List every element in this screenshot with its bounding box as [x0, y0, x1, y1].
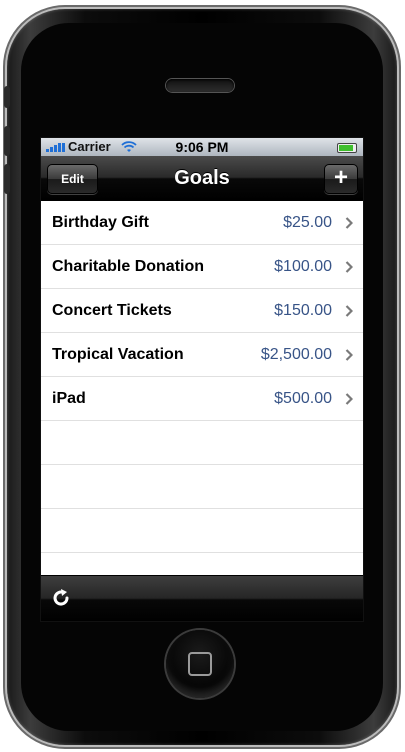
edit-button[interactable]: Edit: [47, 164, 98, 194]
battery-icon: [337, 143, 357, 153]
bottom-toolbar: [41, 575, 363, 621]
goal-name: iPad: [52, 390, 86, 407]
empty-row: [41, 509, 363, 553]
goal-amount: $100.00: [274, 258, 332, 275]
goal-amount: $150.00: [274, 302, 332, 319]
goal-name: Tropical Vacation: [52, 346, 184, 363]
goal-row[interactable]: Concert Tickets $150.00: [41, 289, 363, 333]
refresh-icon[interactable]: [50, 587, 72, 609]
chevron-right-icon: [345, 261, 353, 273]
chevron-right-icon: [345, 305, 353, 317]
goal-name: Concert Tickets: [52, 302, 172, 319]
goal-row[interactable]: Tropical Vacation $2,500.00: [41, 333, 363, 377]
chevron-right-icon: [345, 393, 353, 405]
empty-row: [41, 421, 363, 465]
battery-level: [339, 145, 353, 151]
goal-row[interactable]: iPad $500.00: [41, 377, 363, 421]
ringer-switch: [4, 86, 10, 108]
add-goal-button[interactable]: +: [324, 164, 358, 194]
goal-amount: $2,500.00: [260, 346, 332, 363]
home-button[interactable]: [166, 630, 234, 698]
status-bar: Carrier 9:06 PM: [41, 138, 363, 156]
goal-amount: $500.00: [274, 390, 332, 407]
earpiece-speaker: [166, 79, 234, 92]
app-screen: Carrier 9:06 PM Goals Edit + Birthday Gi…: [40, 137, 364, 622]
goal-row[interactable]: Birthday Gift $25.00: [41, 201, 363, 245]
chevron-right-icon: [345, 349, 353, 361]
goal-row[interactable]: Charitable Donation $100.00: [41, 245, 363, 289]
empty-row: [41, 465, 363, 509]
chevron-right-icon: [345, 217, 353, 229]
status-time: 9:06 PM: [175, 139, 229, 155]
volume-down-button: [4, 164, 10, 194]
volume-up-button: [4, 126, 10, 156]
goals-list: Birthday Gift $25.00 Charitable Donation…: [41, 201, 363, 553]
home-square-icon: [188, 652, 212, 676]
goal-name: Charitable Donation: [52, 258, 205, 275]
goal-amount: $25.00: [283, 214, 332, 231]
navigation-bar: Goals Edit +: [41, 156, 363, 201]
goal-name: Birthday Gift: [52, 214, 149, 231]
